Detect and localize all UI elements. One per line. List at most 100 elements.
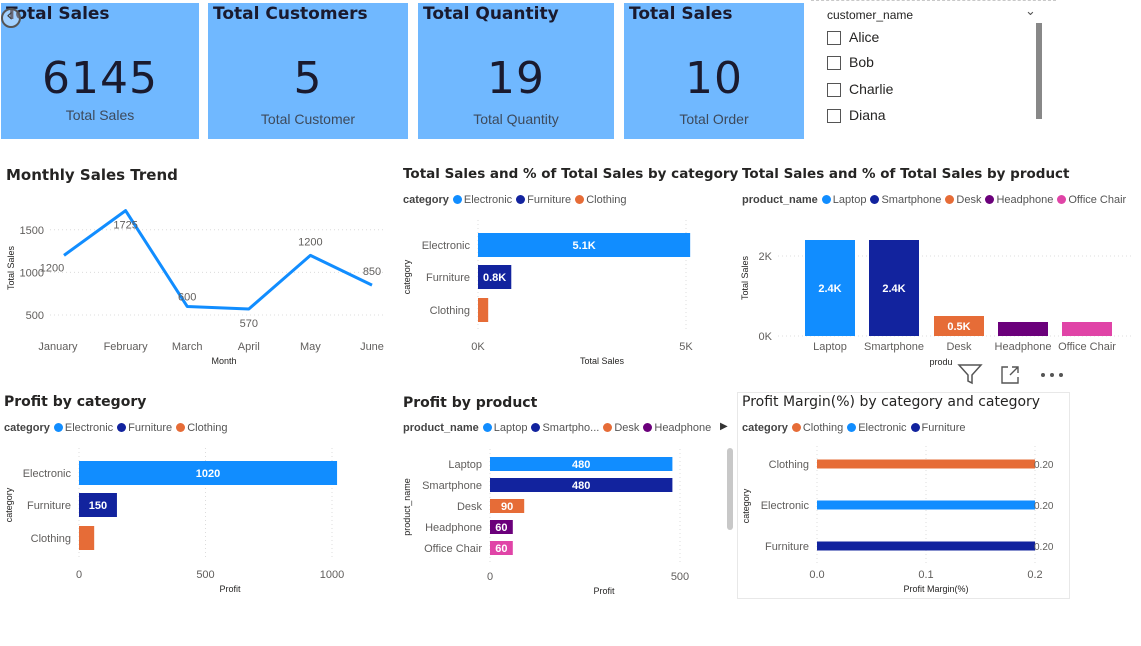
- visual-scrollbar[interactable]: [727, 448, 733, 530]
- legend-item[interactable]: Clothing: [571, 194, 627, 206]
- legend-marker: [603, 423, 613, 432]
- legend-label: Furniture: [921, 422, 966, 434]
- focus-mode-icon[interactable]: [999, 364, 1023, 390]
- profit-margin-bar-chart[interactable]: 0.0 0.1 0.2 Clothing 0.20 Electronic 0.20 Furni…: [737, 440, 1070, 598]
- kpi-card-total-sales[interactable]: Total Sales 6145 Total Sales: [1, 3, 199, 139]
- card-title: Total Customers: [213, 4, 368, 24]
- legend-item[interactable]: Furniture: [512, 194, 571, 206]
- data-label: 0.20: [1034, 460, 1054, 471]
- x-tick-label: June: [360, 341, 384, 353]
- data-label: 480: [572, 480, 590, 492]
- filter-icon[interactable]: [957, 362, 983, 390]
- data-label: 850: [363, 266, 381, 278]
- sales-by-product-column-chart[interactable]: 0K 2K 2.4K Laptop 2.4K Smartphone 0.5K Desk Head…: [736, 212, 1136, 372]
- y-axis-title: product_name: [402, 478, 412, 536]
- legend-label: Furniture: [527, 194, 572, 206]
- checkbox[interactable]: [827, 109, 841, 123]
- y-tick-label: 0K: [759, 331, 773, 343]
- legend-item[interactable]: Laptop: [818, 194, 867, 206]
- y-tick-label: Smartphone: [422, 480, 482, 492]
- y-axis-title: category: [4, 487, 14, 522]
- legend-item[interactable]: Furniture: [907, 422, 966, 434]
- legend-item[interactable]: Smartpho...: [527, 422, 599, 434]
- legend-label: Laptop: [832, 194, 867, 206]
- x-tick-label: February: [104, 341, 149, 353]
- bar: [817, 541, 1035, 551]
- y-tick-label: 500: [26, 310, 44, 322]
- profit-by-product-bar-chart[interactable]: 0 500 Laptop 480 Smartphone 480 Desk 90 Headphon…: [398, 445, 728, 600]
- checkbox[interactable]: [827, 31, 841, 45]
- legend-label: Clothing: [802, 422, 844, 434]
- legend-item[interactable]: Electronic: [843, 422, 907, 434]
- x-tick-label: 0.2: [1027, 569, 1042, 581]
- legend-item[interactable]: Laptop: [479, 422, 528, 434]
- legend-marker: [176, 423, 186, 432]
- legend-label: Electronic: [64, 422, 114, 434]
- data-label: 2.4K: [882, 283, 905, 295]
- legend-marker: [516, 195, 526, 204]
- legend-item[interactable]: Electronic: [449, 194, 512, 206]
- kpi-card-total-order[interactable]: Total Sales 10 Total Order: [624, 3, 804, 139]
- legend-item[interactable]: Furniture: [113, 422, 172, 434]
- more-options-icon[interactable]: [1040, 366, 1066, 388]
- slicer-header: customer_name: [827, 8, 914, 22]
- monthly-sales-line-chart[interactable]: 500100015001200January1725February600Mar…: [0, 190, 395, 370]
- legend-item[interactable]: Smartphone: [866, 194, 941, 206]
- chevron-down-icon[interactable]: ⌄: [1025, 4, 1036, 19]
- x-tick-label: Smartphone: [864, 341, 924, 353]
- y-tick-label: Electronic: [23, 468, 72, 480]
- legend-label: Clothing: [187, 422, 228, 434]
- y-tick-label: 2K: [759, 251, 773, 263]
- legend-label: Desk: [956, 194, 982, 206]
- legend-item[interactable]: Desk: [599, 422, 639, 434]
- legend-item[interactable]: Electronic: [50, 422, 113, 434]
- legend-item[interactable]: Clothing: [172, 422, 228, 434]
- legend-marker: [847, 423, 857, 432]
- legend-marker: [53, 423, 63, 432]
- card-value: 19: [487, 53, 545, 104]
- slicer-item-label: Bob: [849, 54, 874, 70]
- legend-marker: [482, 423, 492, 432]
- checkbox[interactable]: [827, 83, 841, 97]
- y-tick-label: Furniture: [765, 541, 809, 553]
- legend-item[interactable]: Headphone: [639, 422, 711, 434]
- y-axis-title: Total Sales: [740, 255, 750, 300]
- legend-item[interactable]: Headphone: [981, 194, 1053, 206]
- chart-title: Profit Margin(%) by category and categor…: [742, 394, 1041, 410]
- chart-legend: product_name Laptop Smartphone Desk Headphon…: [742, 194, 1126, 206]
- legend-item[interactable]: Office Chair: [1053, 194, 1126, 206]
- legend-label: Headphone: [996, 194, 1054, 206]
- kpi-card-total-quantity[interactable]: Total Quantity 19 Total Quantity: [418, 3, 614, 139]
- customer-name-slicer[interactable]: customer_name ⌄ Alice Bob Charlie Diana: [811, 0, 1056, 139]
- checkbox[interactable]: [827, 56, 841, 70]
- data-label: 600: [178, 291, 196, 303]
- chart-title: Profit by category: [4, 394, 147, 410]
- legend-marker: [821, 195, 831, 204]
- back-arrow-icon[interactable]: [1, 5, 21, 28]
- x-tick-label: 500: [196, 569, 214, 581]
- y-axis-title: Total Sales: [6, 245, 16, 290]
- data-label: 1200: [40, 262, 64, 274]
- x-tick-label: Office Chair: [1058, 341, 1116, 353]
- slicer-scrollbar[interactable]: [1036, 23, 1042, 119]
- legend-next-arrow-icon[interactable]: ▶: [720, 421, 728, 432]
- data-label: 60: [495, 522, 507, 534]
- card-title: Total Sales: [6, 4, 110, 24]
- x-tick-label: January: [38, 341, 78, 353]
- data-label: 1725: [113, 220, 137, 232]
- data-label: 0.8K: [483, 272, 506, 284]
- data-label: 570: [240, 318, 258, 330]
- series-line: [63, 209, 373, 311]
- legend-item[interactable]: Desk: [941, 194, 981, 206]
- legend-label: Laptop: [493, 422, 528, 434]
- y-tick-label: Desk: [457, 501, 483, 513]
- legend-item[interactable]: Clothing: [788, 422, 843, 434]
- bar: [817, 500, 1035, 510]
- x-tick-label: 5K: [679, 341, 693, 353]
- kpi-card-total-customers[interactable]: Total Customers 5 Total Customer: [208, 3, 408, 139]
- legend-marker: [531, 423, 541, 432]
- profit-by-category-bar-chart[interactable]: 0 500 1000 Electronic 1020 Furniture 150 Clothi…: [0, 440, 395, 600]
- slicer-item-label: Charlie: [849, 81, 894, 97]
- sales-by-category-bar-chart[interactable]: 0K 5K Electronic 5.1K Furniture 0.8K Clothing T…: [398, 212, 703, 372]
- x-tick-label: 0K: [471, 341, 485, 353]
